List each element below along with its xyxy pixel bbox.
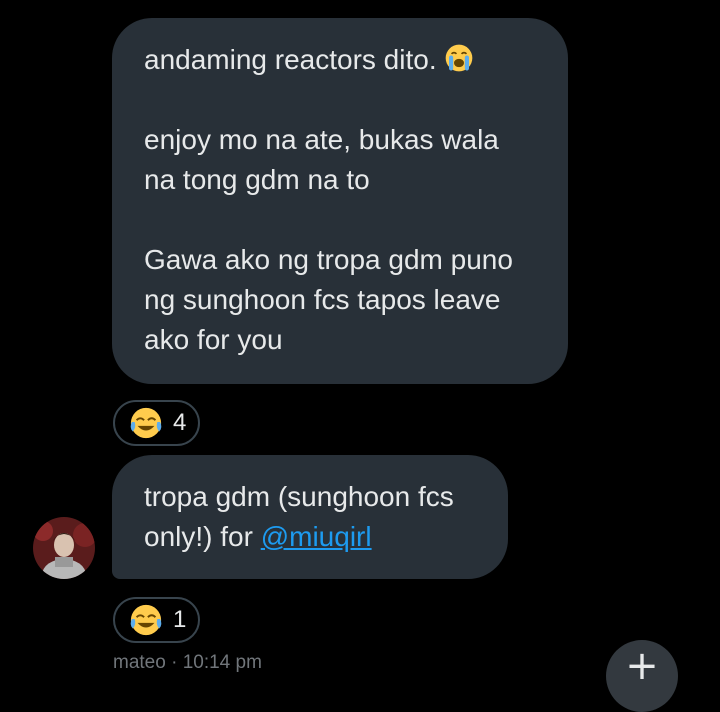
message-paragraph: Gawa ako ng tropa gdm puno ng sunghoon f… xyxy=(144,244,513,355)
message-meta: mateo · 10:14 pm xyxy=(113,652,262,674)
mention-link[interactable]: @miuqirl xyxy=(261,521,372,552)
plus-icon: + xyxy=(625,643,659,689)
avatar-image xyxy=(33,517,95,579)
message-paragraph: andaming reactors dito. xyxy=(144,40,536,80)
face-with-tears-of-joy-icon xyxy=(130,604,162,636)
face-with-tears-of-joy-icon xyxy=(130,407,162,439)
message-bubble[interactable]: tropa gdm (sunghoon fcs only!) for @miuq… xyxy=(112,455,508,579)
reaction-count: 1 xyxy=(173,606,187,633)
timestamp: 10:14 pm xyxy=(182,652,262,673)
reaction-pill[interactable]: 1 xyxy=(113,597,201,643)
new-message-button[interactable]: + xyxy=(606,640,678,712)
reaction-pill[interactable]: 4 xyxy=(113,400,201,446)
sender-name: mateo xyxy=(113,652,166,673)
reaction-count: 4 xyxy=(173,409,187,436)
loudly-crying-face-icon xyxy=(446,44,473,72)
meta-separator: · xyxy=(165,652,183,673)
avatar[interactable] xyxy=(33,517,95,579)
message-paragraph: enjoy mo na ate, bukas wala na tong gdm … xyxy=(144,124,499,195)
message-bubble[interactable]: andaming reactors dito. enjoy mo na ate,… xyxy=(112,18,568,384)
